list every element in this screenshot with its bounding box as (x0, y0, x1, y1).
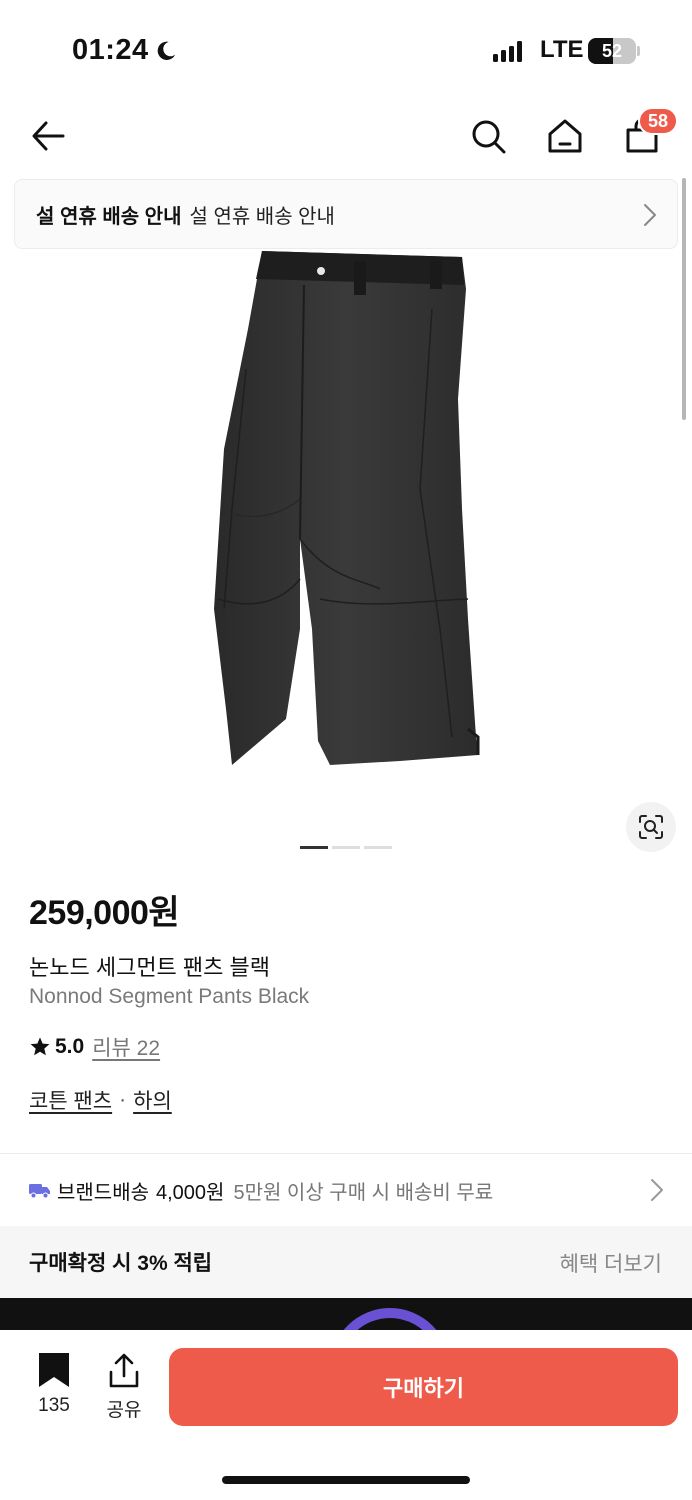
product-image-gallery[interactable] (0, 249, 692, 860)
status-bar: 01:24 LTE 52 (0, 0, 692, 100)
delivery-truck-icon (29, 1184, 50, 1199)
category-link-bottoms[interactable]: 하의 (133, 1085, 172, 1115)
points-benefit-row: 구매확정 시 3% 적립 혜택 더보기 (0, 1226, 692, 1298)
back-button[interactable] (24, 112, 72, 160)
product-name-english: Nonnod Segment Pants Black (29, 985, 310, 1008)
pagination-dot-3 (364, 846, 392, 849)
pagination-dot-2 (332, 846, 360, 849)
holiday-delivery-notice[interactable]: 설 연휴 배송 안내 설 연휴 배송 안내 (14, 179, 678, 249)
gallery-pagination (300, 846, 392, 849)
search-button[interactable] (464, 112, 512, 160)
search-icon (472, 120, 506, 154)
chevron-right-icon (644, 204, 656, 226)
lens-search-icon (639, 815, 663, 839)
battery-cap (637, 46, 640, 56)
battery-level: 52 (601, 40, 623, 61)
bookmark-count: 135 (38, 1395, 70, 1416)
home-icon (548, 119, 582, 153)
delivery-info-row[interactable]: 브랜드배송 4,000원 5만원 이상 구매 시 배송비 무료 (0, 1154, 692, 1226)
buy-button[interactable]: 구매하기 (169, 1348, 678, 1426)
scroll-indicator (682, 178, 686, 420)
home-button[interactable] (541, 112, 589, 160)
pagination-dot-1 (300, 846, 328, 849)
share-label: 공유 (106, 1400, 142, 1421)
points-text: 구매확정 시 3% 적립 (29, 1252, 213, 1275)
bookmark-button[interactable]: 135 (26, 1352, 82, 1417)
status-time: 01:24 (72, 34, 177, 67)
product-category: 코튼 팬츠 · 하의 (29, 1085, 172, 1115)
moon-icon (157, 41, 175, 60)
star-icon (30, 1037, 50, 1056)
top-navigation (0, 100, 692, 170)
image-search-button[interactable] (626, 802, 676, 852)
benefits-more-link[interactable]: 혜택 더보기 (560, 1248, 662, 1278)
review-count-link[interactable]: 리뷰 22 (92, 1032, 160, 1062)
product-rating: 5.0 리뷰 22 (29, 1032, 160, 1062)
time-text: 01:24 (72, 34, 149, 66)
product-name-korean: 논노드 세그먼트 팬츠 블랙 (29, 955, 270, 980)
bookmark-icon (39, 1353, 69, 1387)
category-separator: · (119, 1088, 127, 1111)
battery-icon: 52 (588, 38, 636, 64)
network-label: LTE (540, 36, 584, 63)
cart-count-badge: 58 (638, 107, 679, 135)
product-image (214, 251, 480, 765)
signal-icon (493, 40, 522, 62)
home-indicator (222, 1476, 470, 1484)
notice-text: 설 연휴 배송 안내 (189, 205, 335, 228)
notice-title: 설 연휴 배송 안내 (36, 205, 182, 228)
category-link-cotton-pants[interactable]: 코튼 팬츠 (29, 1085, 112, 1115)
chevron-right-icon (651, 1179, 663, 1201)
share-button[interactable]: 공유 (96, 1352, 152, 1422)
rating-score: 5.0 (55, 1035, 85, 1058)
delivery-type: 브랜드배송 (57, 1181, 149, 1204)
delivery-fee: 4,000원 (156, 1181, 225, 1204)
share-icon (109, 1353, 139, 1388)
product-price: 259,000원 (29, 894, 180, 932)
free-shipping-note: 5만원 이상 구매 시 배송비 무료 (233, 1181, 494, 1204)
back-arrow-icon (32, 121, 65, 151)
bottom-action-bar: 135 공유 구매하기 (0, 1330, 692, 1500)
